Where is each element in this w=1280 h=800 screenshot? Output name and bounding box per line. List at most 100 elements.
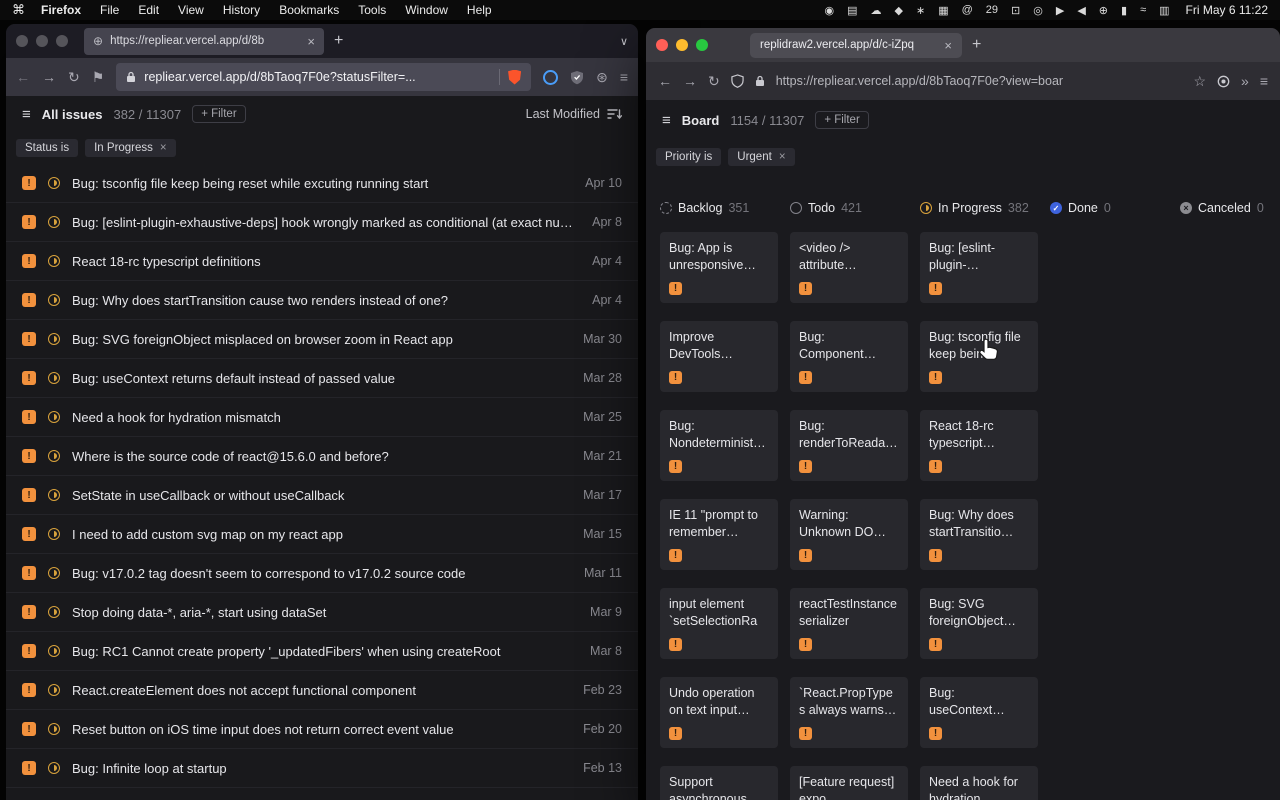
zoom-window-button[interactable]	[696, 39, 708, 51]
overflow-chevrons-icon[interactable]: »	[1241, 73, 1249, 89]
reload-button[interactable]: ↻	[708, 73, 720, 90]
wifi-icon[interactable]: ≈	[1140, 4, 1146, 16]
issue-row[interactable]: SetState in useCallback or without useCa…	[6, 476, 638, 515]
issue-row[interactable]: Bug: Infinite loop at startup Feb 13	[6, 749, 638, 788]
add-filter-button[interactable]: + Filter	[192, 105, 245, 123]
forward-button[interactable]: →	[683, 73, 697, 89]
issue-card[interactable]: Bug: renderToReadab…	[790, 410, 908, 481]
menu-app-name[interactable]: Firefox	[41, 3, 81, 17]
close-tab-icon[interactable]: ×	[307, 34, 315, 49]
close-window-button[interactable]	[16, 35, 28, 47]
issue-row[interactable]: I need to add custom svg map on my react…	[6, 515, 638, 554]
issue-row[interactable]: [DevTools Bug] Unsupported Bridge operat…	[6, 788, 638, 800]
menu-item[interactable]: History	[223, 3, 260, 17]
tracking-shield-icon[interactable]	[731, 74, 744, 88]
issue-card[interactable]: React 18-rc typescript…	[920, 410, 1038, 481]
issue-row[interactable]: Need a hook for hydration mismatch Mar 2…	[6, 398, 638, 437]
zoom-window-button[interactable]	[56, 35, 68, 47]
screen-icon[interactable]: ▤	[847, 4, 857, 17]
menu-item[interactable]: Edit	[138, 3, 159, 17]
issue-card[interactable]: Bug: Component…	[790, 321, 908, 392]
issue-card[interactable]: Bug: tsconfig file keep bein…	[920, 321, 1038, 392]
issue-card[interactable]: Bug: Why does startTransitio…	[920, 499, 1038, 570]
brave-shield-icon[interactable]	[508, 70, 521, 85]
list-tabs-chevron-icon[interactable]: ∨	[620, 35, 628, 48]
filter-field-chip[interactable]: Priority is	[656, 148, 721, 166]
new-tab-button[interactable]: +	[972, 36, 981, 54]
sort-control[interactable]: Last Modified	[526, 107, 622, 121]
sidebar-toggle-icon[interactable]: ≡	[662, 112, 671, 129]
issue-row[interactable]: Bug: v17.0.2 tag doesn't seem to corresp…	[6, 554, 638, 593]
minimize-window-button[interactable]	[676, 39, 688, 51]
filter-field-chip[interactable]: Status is	[16, 139, 78, 157]
menu-item[interactable]: View	[178, 3, 204, 17]
menu-item[interactable]: Window	[405, 3, 448, 17]
add-filter-button[interactable]: + Filter	[815, 111, 868, 129]
menu-item[interactable]: Help	[467, 3, 492, 17]
issue-row[interactable]: Bug: Why does startTransition cause two …	[6, 281, 638, 320]
paw-icon[interactable]: ∗	[916, 4, 925, 17]
issue-row[interactable]: React.createElement does not accept func…	[6, 671, 638, 710]
issue-card[interactable]: Bug: Nondeterminist…	[660, 410, 778, 481]
issue-row[interactable]: Bug: tsconfig file keep being reset whil…	[6, 164, 638, 203]
extension-blue-ring-icon[interactable]	[543, 70, 558, 85]
reload-button[interactable]: ↻	[68, 69, 80, 86]
close-window-button[interactable]	[656, 39, 668, 51]
issue-row[interactable]: Where is the source code of react@15.6.0…	[6, 437, 638, 476]
camera-icon[interactable]: ⊡	[1011, 4, 1020, 17]
menu-bar-clock[interactable]: Fri May 6 11:22	[1186, 3, 1268, 17]
issue-card[interactable]: Warning: Unknown DO…	[790, 499, 908, 570]
bookmark-flag-icon[interactable]: ⚑	[92, 69, 105, 86]
browser-menu-icon[interactable]: ≡	[620, 69, 628, 85]
menu-item[interactable]: File	[100, 3, 119, 17]
issue-card[interactable]: Bug: useContext…	[920, 677, 1038, 748]
issue-card[interactable]: IE 11 "prompt to remember…	[660, 499, 778, 570]
issue-row[interactable]: Reset button on iOS time input does not …	[6, 710, 638, 749]
bookmark-star-icon[interactable]: ☆	[1193, 73, 1206, 90]
issue-card[interactable]: Improve DevTools…	[660, 321, 778, 392]
issue-card[interactable]: Bug: [eslint-plugin-…	[920, 232, 1038, 303]
menu-item[interactable]: Tools	[358, 3, 386, 17]
issue-card[interactable]: [Feature request] expo…	[790, 766, 908, 800]
shield-check-icon[interactable]	[570, 70, 584, 85]
new-tab-button[interactable]: +	[334, 32, 343, 50]
drop-icon[interactable]: ◆	[895, 4, 903, 17]
display-icon[interactable]: ▥	[1159, 4, 1169, 17]
keyboard-icon[interactable]: ▦	[938, 4, 948, 17]
apple-menu-icon[interactable]: ⌘	[12, 2, 25, 18]
back-button[interactable]: ←	[658, 73, 672, 89]
mention-icon[interactable]: @	[962, 4, 973, 16]
issue-card[interactable]: Support asynchronous…	[660, 766, 778, 800]
issue-row[interactable]: Stop doing data-*, aria-*, start using d…	[6, 593, 638, 632]
cloud-icon[interactable]: ☁	[871, 4, 882, 17]
issue-card[interactable]: Undo operation on text input…	[660, 677, 778, 748]
issue-card[interactable]: Need a hook for hydration…	[920, 766, 1038, 800]
license-icon[interactable]: ◎	[1033, 4, 1043, 17]
issue-row[interactable]: Bug: SVG foreignObject misplaced on brow…	[6, 320, 638, 359]
issue-card[interactable]: Bug: SVG foreignObject…	[920, 588, 1038, 659]
user-icon[interactable]: ⊕	[1099, 4, 1108, 17]
issue-card[interactable]: <video /> attribute…	[790, 232, 908, 303]
url-text[interactable]: https://repliear.vercel.app/d/8bTaoq7F0e…	[776, 74, 1183, 88]
issue-row[interactable]: Bug: RC1 Cannot create property '_update…	[6, 632, 638, 671]
remove-filter-icon[interactable]: ×	[779, 151, 786, 163]
close-tab-icon[interactable]: ×	[944, 38, 952, 53]
filter-value-chip[interactable]: Urgent ×	[728, 148, 794, 166]
issue-card[interactable]: input element `setSelectionRa	[660, 588, 778, 659]
browser-menu-icon[interactable]: ≡	[1260, 73, 1268, 89]
issue-card[interactable]: Bug: App is unresponsive…	[660, 232, 778, 303]
url-bar[interactable]: repliear.vercel.app/d/8bTaoq7F0e?statusF…	[116, 63, 531, 91]
filter-value-chip[interactable]: In Progress ×	[85, 139, 176, 157]
browser-tab[interactable]: replidraw2.vercel.app/d/c-iZpq ×	[750, 33, 962, 58]
battery-percent-badge[interactable]: 29	[986, 4, 998, 16]
issue-row[interactable]: React 18-rc typescript definitions Apr 4	[6, 242, 638, 281]
extension-badge-icon[interactable]	[1217, 75, 1230, 88]
battery-icon[interactable]: ▮	[1121, 4, 1127, 17]
issue-row[interactable]: Bug: useContext returns default instead …	[6, 359, 638, 398]
browser-tab[interactable]: ⊕ https://repliear.vercel.app/d/8b ×	[84, 28, 324, 55]
menu-item[interactable]: Bookmarks	[279, 3, 339, 17]
remove-filter-icon[interactable]: ×	[160, 142, 167, 154]
volume-icon[interactable]: ◀	[1077, 4, 1085, 17]
issue-row[interactable]: Bug: [eslint-plugin-exhaustive-deps] hoo…	[6, 203, 638, 242]
back-button[interactable]: ←	[16, 69, 30, 85]
